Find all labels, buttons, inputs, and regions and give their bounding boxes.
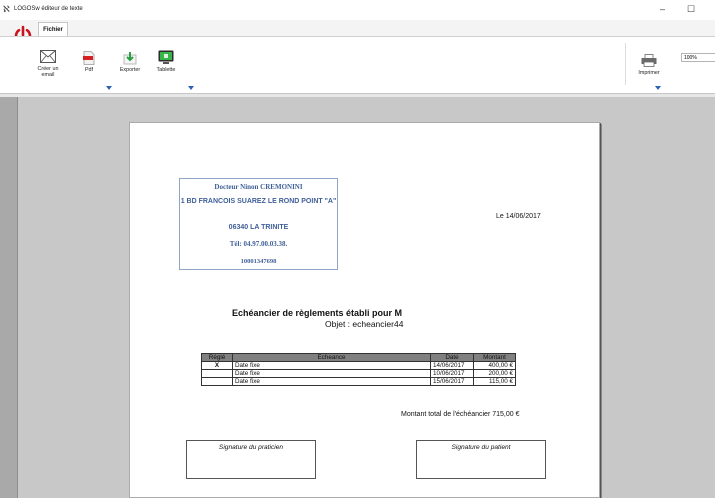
export-button[interactable]: Exporter: [116, 51, 144, 73]
printer-icon: [641, 54, 657, 67]
cell-regle: X: [201, 361, 233, 370]
tab-fichier[interactable]: Fichier: [38, 22, 68, 36]
pdf-label: Pdf: [84, 67, 94, 73]
left-margin-strip: [0, 97, 18, 498]
cell-montant: 200,00 €: [473, 369, 516, 378]
cell-echeance: Date fixe: [232, 361, 431, 370]
document-heading: Echéancier de règlements établi pour M: [232, 308, 403, 318]
cell-regle: [201, 369, 233, 378]
table-row: Date fixe 10/06/2017 200,00 €: [201, 369, 516, 378]
document-page[interactable]: Docteur Ninon CREMONINI 1 BD FRANCOIS SU…: [129, 122, 600, 498]
cell-date: 10/06/2017: [430, 369, 474, 378]
ribbon-divider: [0, 94, 715, 97]
zoom-input[interactable]: 100%: [681, 53, 715, 62]
maximize-button[interactable]: ☐: [687, 4, 695, 14]
schedule-total: Montant total de l'échéancier 715,00 €: [401, 411, 520, 418]
cell-echeance: Date fixe: [232, 377, 431, 386]
window-title: LOGOSw éditeur de texte: [14, 6, 83, 12]
tablet-button[interactable]: Tablette: [151, 50, 181, 73]
pdf-button[interactable]: Pdf: [80, 51, 98, 73]
create-email-button[interactable]: Créer un email: [31, 50, 65, 78]
tablet-icon: [158, 50, 174, 64]
pdf-icon: [83, 51, 95, 65]
schedule-table: Réglé Echeance Date Montant X Date fixe …: [201, 353, 516, 386]
signature-patient-label: Signature du patient: [451, 444, 511, 451]
create-email-label: Créer un email: [37, 66, 59, 78]
doctor-city: 06340 LA TRINITE: [228, 224, 289, 231]
minimize-button[interactable]: –: [660, 4, 665, 14]
doctor-id-number: 10001347698: [240, 258, 277, 265]
doctor-phone: Tél: 04.97.00.03.38.: [229, 240, 288, 248]
print-label: Imprimer: [638, 70, 660, 76]
cell-montant: 115,00 €: [473, 377, 516, 386]
pdf-dropdown-icon[interactable]: [106, 86, 112, 90]
print-button[interactable]: Imprimer: [634, 54, 664, 76]
col-header-date: Date: [430, 353, 474, 362]
doctor-name: Docteur Ninon CREMONINI: [214, 183, 303, 191]
col-header-montant: Montant: [473, 353, 516, 362]
cell-date: 14/06/2017: [430, 361, 474, 370]
tablet-label: Tablette: [156, 67, 176, 73]
col-header-regle: Réglé: [201, 353, 233, 362]
title-bar: ℵ LOGOSw éditeur de texte – ☐: [0, 0, 715, 20]
export-icon: [123, 52, 137, 65]
practitioner-header-box: Docteur Ninon CREMONINI 1 BD FRANCOIS SU…: [179, 178, 338, 270]
cell-regle: [201, 377, 233, 386]
document-date: Le 14/06/2017: [496, 213, 541, 220]
table-row: X Date fixe 14/06/2017 400,00 €: [201, 361, 516, 370]
document-subject: Objet : echeancier44: [325, 319, 404, 329]
toolbar-separator: [625, 43, 626, 85]
table-row: Date fixe 15/06/2017 115,00 €: [201, 377, 516, 386]
envelope-icon: [40, 50, 56, 63]
signature-practitioner-label: Signature du praticien: [218, 444, 284, 451]
app-logo-icon: ℵ: [3, 4, 10, 14]
col-header-echeance: Echeance: [232, 353, 431, 362]
tablet-dropdown-icon[interactable]: [188, 86, 194, 90]
cell-date: 15/06/2017: [430, 377, 474, 386]
export-label: Exporter: [119, 67, 141, 73]
print-dropdown-icon[interactable]: [655, 86, 661, 90]
signature-practitioner-box: Signature du praticien: [186, 440, 316, 479]
menu-strip: [0, 20, 715, 36]
cell-echeance: Date fixe: [232, 369, 431, 378]
table-header-row: Réglé Echeance Date Montant: [201, 353, 516, 362]
signature-patient-box: Signature du patient: [416, 440, 546, 479]
cell-montant: 400,00 €: [473, 361, 516, 370]
doctor-address: 1 BD FRANCOIS SUAREZ LE ROND POINT "A": [180, 198, 337, 205]
